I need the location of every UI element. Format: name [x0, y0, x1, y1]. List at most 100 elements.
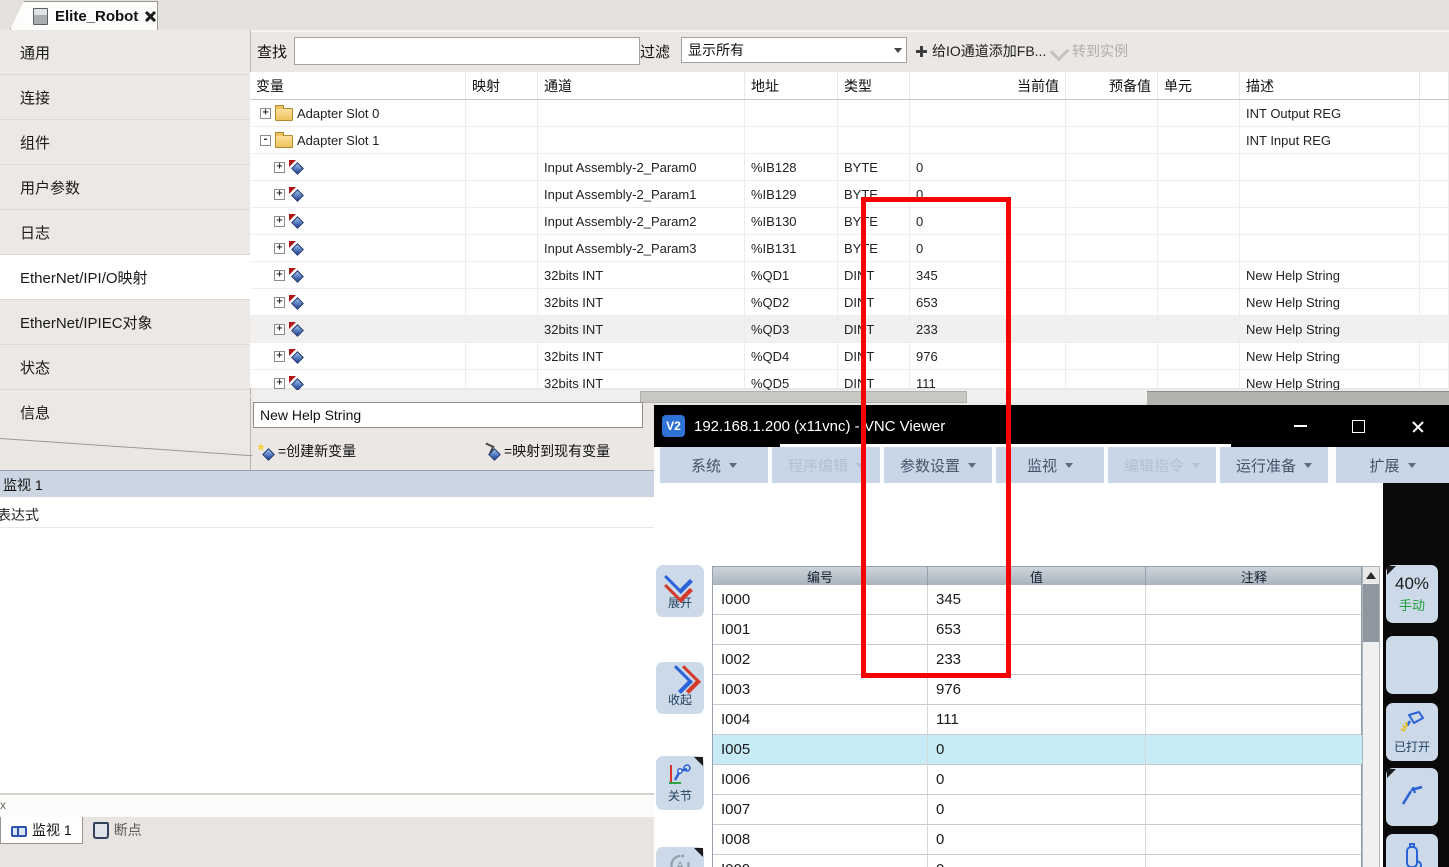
chevron-down-icon	[1408, 463, 1416, 468]
scroll-up-button[interactable]	[1363, 567, 1379, 583]
sidebar-item-label: EtherNet/IPIEC对象	[20, 312, 153, 333]
register-row[interactable]: I005 0	[713, 735, 1361, 765]
sidebar-item[interactable]: 连接	[0, 75, 250, 120]
close-tab-icon[interactable]	[145, 11, 156, 22]
io-table-row[interactable]: + 32bits INT %QD2 DINT 653 New Help Stri…	[250, 289, 1449, 316]
expand-toggle[interactable]: +	[274, 378, 285, 389]
torch-tool-button[interactable]	[1386, 768, 1438, 826]
io-table-row[interactable]: + 32bits INT %QD3 DINT 233 New Help Stri…	[250, 316, 1449, 343]
cell-address: %IB129	[745, 181, 838, 207]
cell-prepared-value	[1066, 100, 1158, 126]
io-table-row[interactable]: - Adapter Slot 1 INT Input REG	[250, 127, 1449, 154]
sidebar-item[interactable]: 用户参数	[0, 165, 250, 210]
watch-panel-body[interactable]: 表达式	[0, 497, 655, 793]
torch-state-button[interactable]: 已打开	[1386, 703, 1438, 761]
io-table-row[interactable]: + Input Assembly-2_Param0 %IB128 BYTE 0	[250, 154, 1449, 181]
col-address: 地址	[745, 72, 838, 99]
register-row[interactable]: I009 0	[713, 855, 1361, 867]
watch-panel-header: 监视 1	[0, 470, 658, 498]
menu-item[interactable]: 参数设置	[884, 447, 992, 483]
close-button[interactable]	[1395, 405, 1439, 447]
sidebar-item[interactable]: 日志	[0, 210, 250, 255]
register-scrollbar-thumb[interactable]	[1363, 584, 1379, 642]
io-table-row[interactable]: + 32bits INT %QD4 DINT 976 New Help Stri…	[250, 343, 1449, 370]
joint-mode-button[interactable]: 关节	[656, 756, 704, 810]
register-row[interactable]: I001 653	[713, 615, 1361, 645]
expand-toggle[interactable]: +	[274, 216, 285, 227]
io-table-row[interactable]: + 32bits INT %QD1 DINT 345 New Help Stri…	[250, 262, 1449, 289]
cell-register-value: 0	[928, 855, 1146, 867]
cell-channel: 32bits INT	[538, 316, 745, 342]
expand-toggle[interactable]: +	[274, 243, 285, 254]
cell-description: New Help String	[1240, 262, 1420, 288]
clipped-text-fragment: x	[0, 798, 6, 812]
goto-instance-button[interactable]: 转到实例	[1052, 41, 1128, 61]
cell-current-value: 0	[910, 208, 1066, 234]
sidebar-item[interactable]: 状态	[0, 345, 250, 390]
cell-channel: 32bits INT	[538, 289, 745, 315]
menu-item[interactable]: 运行准备	[1220, 447, 1328, 483]
tab-breakpoints[interactable]: 断点	[83, 817, 152, 843]
menu-item[interactable]: 系统	[660, 447, 768, 483]
continuous-loop-button[interactable]: A 连续循环	[656, 847, 704, 867]
column-header-divider	[0, 527, 655, 528]
register-row[interactable]: I003 976	[713, 675, 1361, 705]
cell-unit	[1158, 316, 1240, 342]
tab-watch-1[interactable]: 监视 1	[0, 817, 83, 844]
io-table-row[interactable]: + Input Assembly-2_Param3 %IB131 BYTE 0	[250, 235, 1449, 262]
legend-create-variable: =创建新变量	[257, 441, 356, 461]
filter-dropdown[interactable]: 显示所有	[681, 37, 907, 63]
cell-mapping	[466, 127, 538, 153]
vnc-window-title: 192.168.1.200 (x11vnc) - VNC Viewer	[694, 418, 945, 435]
menu-item[interactable]: 编辑指令	[1108, 447, 1216, 483]
speed-mode-button[interactable]: 40% 手动	[1386, 565, 1438, 623]
tab-elite-robot[interactable]: Elite_Robot	[10, 1, 158, 30]
io-table-header: 变量 映射 通道 地址 类型 当前值 预备值 单元 描述	[250, 72, 1449, 100]
minimize-button[interactable]	[1278, 405, 1322, 447]
register-row[interactable]: I008 0	[713, 825, 1361, 855]
expand-toggle[interactable]: +	[274, 351, 285, 362]
expand-toggle[interactable]: +	[274, 270, 285, 281]
menu-item[interactable]: 监视	[996, 447, 1104, 483]
io-table-row[interactable]: + Input Assembly-2_Param1 %IB129 BYTE 0	[250, 181, 1449, 208]
sidebar-item[interactable]: 通用	[0, 30, 250, 75]
sidebar-item[interactable]: EtherNet/IPIEC对象	[0, 300, 250, 345]
gas-supply-button[interactable]: 送气	[1386, 834, 1438, 867]
expand-toggle[interactable]: -	[260, 135, 271, 146]
horizontal-scrollbar-thumb[interactable]	[640, 391, 967, 403]
expand-toggle[interactable]: +	[274, 189, 285, 200]
expand-toggle[interactable]: +	[274, 297, 285, 308]
vnc-title-bar[interactable]: V2 192.168.1.200 (x11vnc) - VNC Viewer	[654, 405, 1449, 447]
add-fb-button[interactable]: 给IO通道添加FB...	[916, 41, 1046, 61]
empty-tool-button[interactable]	[1386, 636, 1438, 694]
expand-all-button[interactable]: 展开	[656, 565, 704, 617]
cell-mapping	[466, 208, 538, 234]
col-current-value: 当前值	[910, 72, 1066, 99]
sidebar-item[interactable]: 组件	[0, 120, 250, 165]
var-in-icon	[289, 160, 303, 174]
expand-toggle[interactable]: +	[274, 324, 285, 335]
sidebar-item-label: EtherNet/IPI/O映射	[20, 267, 148, 288]
gas-cylinder-icon	[1398, 841, 1426, 867]
collapse-all-button[interactable]: 收起	[656, 662, 704, 714]
sidebar-item-label: 组件	[20, 132, 50, 153]
expand-toggle[interactable]: +	[274, 162, 285, 173]
col-register-value: 值	[928, 567, 1146, 586]
expand-toggle[interactable]: +	[260, 108, 271, 119]
maximize-button[interactable]	[1336, 405, 1380, 447]
register-row[interactable]: I004 111	[713, 705, 1361, 735]
cell-type: BYTE	[838, 208, 910, 234]
menu-item[interactable]: 扩展	[1336, 447, 1449, 483]
register-row[interactable]: I002 233	[713, 645, 1361, 675]
io-table-row[interactable]: + Input Assembly-2_Param2 %IB130 BYTE 0	[250, 208, 1449, 235]
find-input[interactable]	[294, 37, 640, 65]
register-row[interactable]: I000 345	[713, 585, 1361, 615]
sidebar-item[interactable]: EtherNet/IPI/O映射	[0, 255, 250, 300]
chevron-down-icon[interactable]	[889, 48, 906, 53]
register-scrollbar[interactable]	[1362, 566, 1380, 867]
torch-on-icon	[1397, 709, 1427, 737]
register-row[interactable]: I006 0	[713, 765, 1361, 795]
io-table-row[interactable]: + Adapter Slot 0 INT Output REG	[250, 100, 1449, 127]
menu-item[interactable]: 程序编辑	[772, 447, 880, 483]
register-row[interactable]: I007 0	[713, 795, 1361, 825]
